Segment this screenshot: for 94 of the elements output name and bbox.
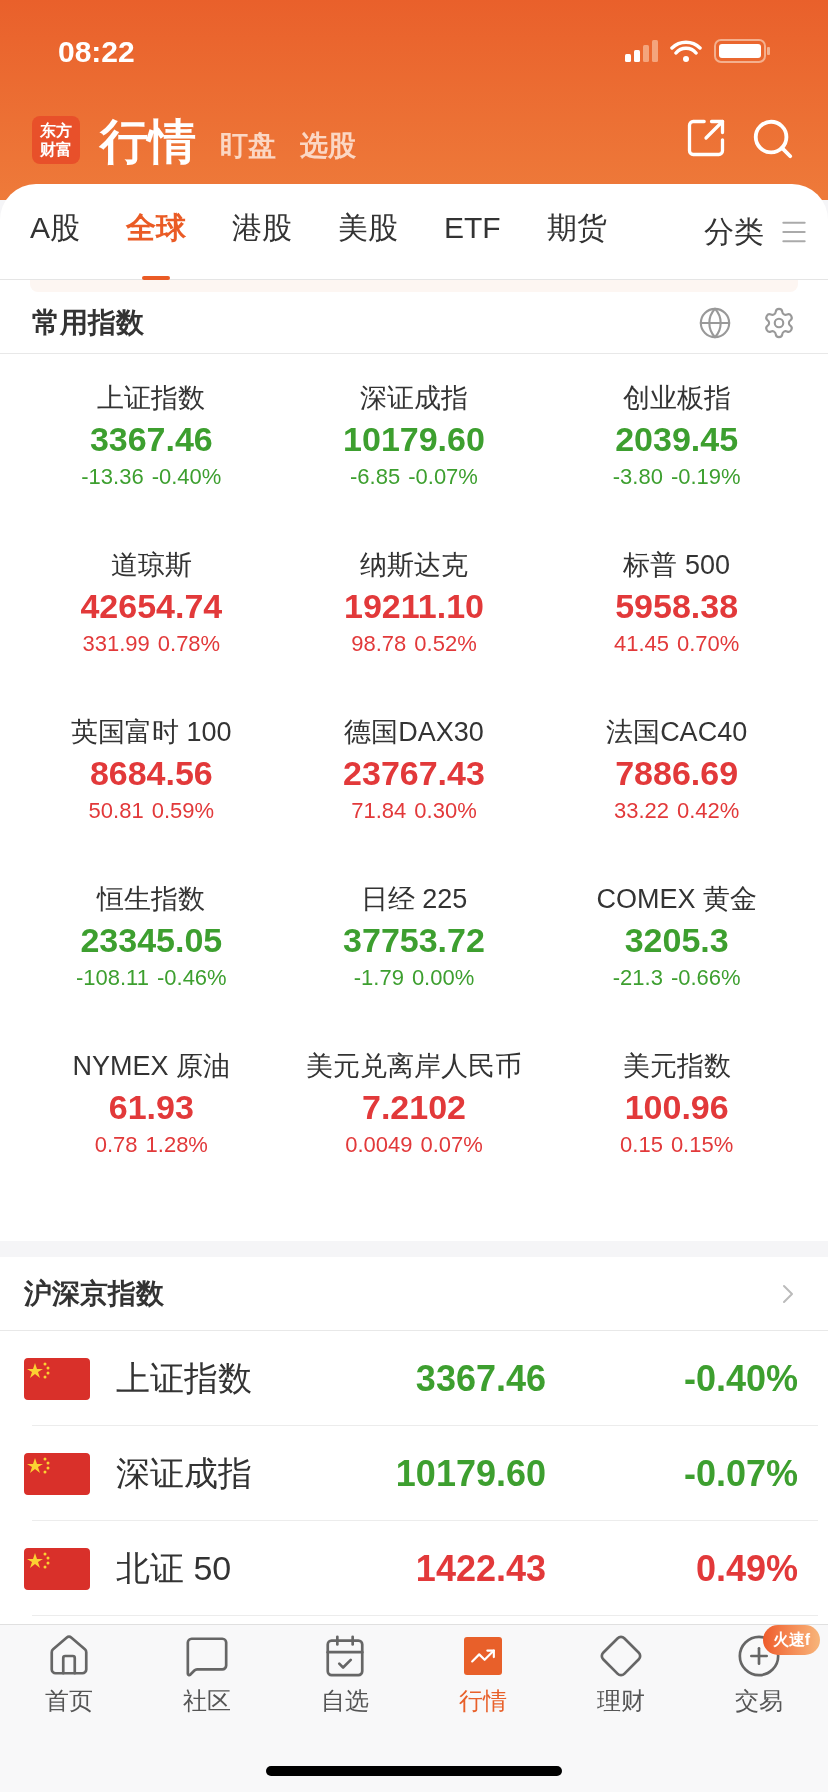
chart-icon <box>464 1637 502 1675</box>
index-value: 10179.60 <box>343 419 485 460</box>
index-value: 3367.46 <box>414 1356 546 1401</box>
index-name: NYMEX 原油 <box>72 1050 231 1083</box>
index-value: 23345.05 <box>80 920 223 961</box>
index-percent: 0.42% <box>677 797 740 825</box>
index-percent: -0.66% <box>670 964 741 992</box>
nav-tab[interactable]: 自选 <box>276 1633 414 1719</box>
market-tab[interactable]: 美股 <box>338 183 398 280</box>
index-name: 创业板指 <box>622 382 731 415</box>
index-name: 上证指数 <box>97 382 206 415</box>
index-name: 北证 50 <box>116 1548 233 1589</box>
wifi-icon <box>670 39 702 63</box>
nav-tab[interactable]: 理财 <box>552 1633 690 1719</box>
index-percent: 0.15% <box>670 1131 734 1159</box>
index-percent: -0.07% <box>682 1451 798 1496</box>
index-name: 美元兑离岸人民币 <box>306 1050 522 1083</box>
signal-icon <box>625 40 658 62</box>
nav-tab[interactable]: 首页 <box>0 1633 138 1719</box>
index-change: 0.15 <box>620 1131 663 1159</box>
section-title: 常用指数 <box>32 305 144 340</box>
battery-icon <box>714 39 770 63</box>
index-value: 100.96 <box>624 1087 729 1128</box>
index-change: 41.45 <box>613 630 669 658</box>
index-name: 道琼斯 <box>110 549 192 582</box>
index-name: 法国CAC40 <box>606 716 748 749</box>
index-value: 7.2102 <box>362 1087 466 1128</box>
index-value: 10179.60 <box>394 1451 546 1496</box>
index-percent: 0.49% <box>694 1546 798 1591</box>
diamond-icon <box>598 1633 644 1679</box>
index-name: 德国DAX30 <box>344 716 484 749</box>
index-percent: 0.59% <box>151 797 215 825</box>
index-value: 19211.10 <box>344 586 484 627</box>
index-percent: -0.40% <box>682 1356 798 1401</box>
globe-icon[interactable] <box>698 305 732 340</box>
index-percent: 0.70% <box>677 630 740 658</box>
status-time: 08:22 <box>58 33 135 70</box>
index-value: 8684.56 <box>89 753 213 794</box>
index-change: -21.3 <box>612 964 663 992</box>
index-change: -3.80 <box>612 463 663 491</box>
index-percent: 0.00% <box>411 964 475 992</box>
index-change: 33.22 <box>613 797 669 825</box>
index-change: 71.84 <box>351 797 407 825</box>
app-logo: 东方财富 <box>32 116 80 164</box>
index-value: 61.93 <box>108 1087 194 1128</box>
index-change: 98.78 <box>351 630 407 658</box>
index-name: 上证指数 <box>116 1358 253 1399</box>
index-change: -6.85 <box>350 463 401 491</box>
index-value: 2039.45 <box>615 419 739 460</box>
index-name: 英国富时 100 <box>71 716 232 749</box>
index-value: 42654.74 <box>80 586 223 627</box>
index-change: 0.78 <box>94 1131 138 1159</box>
category-button[interactable]: 分类 <box>704 209 764 254</box>
index-value: 23767.43 <box>343 753 485 794</box>
nav-tab[interactable]: 社区 <box>138 1633 276 1719</box>
index-value: 3205.3 <box>624 920 729 961</box>
index-value: 3367.46 <box>89 419 213 460</box>
index-change: 0.0049 <box>345 1131 413 1159</box>
index-value: 37753.72 <box>343 920 485 961</box>
market-tab[interactable]: 期货 <box>546 183 607 280</box>
market-tab[interactable]: A股 <box>30 183 80 280</box>
market-tab[interactable]: ETF <box>444 183 501 280</box>
index-value: 7886.69 <box>615 753 739 794</box>
promo-badge: 火速f <box>762 1625 820 1655</box>
index-name: 深证成指 <box>360 382 468 415</box>
index-name: COMEX 黄金 <box>596 883 757 916</box>
index-change: -13.36 <box>81 463 144 491</box>
index-name: 深证成指 <box>116 1453 253 1494</box>
index-change: 50.81 <box>88 797 144 825</box>
index-percent: -0.46% <box>156 964 227 992</box>
china-flag-icon <box>24 1547 90 1590</box>
index-name: 标普 500 <box>623 549 730 582</box>
index-value: 1422.43 <box>414 1546 546 1591</box>
section-title: 沪深京指数 <box>24 1276 164 1311</box>
index-name: 美元指数 <box>622 1050 731 1083</box>
settings-icon[interactable] <box>762 305 796 340</box>
index-name: 恒生指数 <box>97 883 206 916</box>
index-percent: 1.28% <box>145 1131 208 1159</box>
index-name: 纳斯达克 <box>360 549 468 582</box>
china-flag-icon <box>24 1357 90 1400</box>
market-tab[interactable]: 港股 <box>232 183 292 280</box>
index-percent: -0.40% <box>151 463 222 491</box>
index-change: -108.11 <box>75 964 149 992</box>
index-percent: 0.30% <box>414 797 477 825</box>
index-value: 5958.38 <box>615 586 739 627</box>
index-percent: -0.19% <box>670 463 741 491</box>
index-percent: 0.52% <box>414 630 477 658</box>
index-name: 日经 225 <box>360 883 468 916</box>
index-percent: 0.07% <box>420 1131 483 1159</box>
index-change: -1.79 <box>353 964 404 992</box>
china-flag-icon <box>24 1452 90 1495</box>
index-change: 331.99 <box>82 630 150 658</box>
index-percent: 0.78% <box>157 630 221 658</box>
index-percent: -0.07% <box>408 463 478 491</box>
